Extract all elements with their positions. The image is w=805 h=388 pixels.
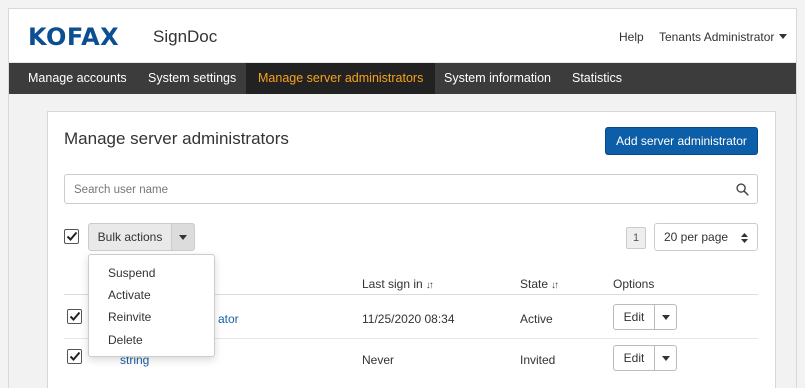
menu-item-delete[interactable]: Delete (108, 333, 143, 347)
browser-frame: KOFAX SignDoc Help Tenants Administrator… (8, 8, 797, 388)
bulk-actions-menu: Suspend Activate Reinvite Delete (88, 254, 215, 357)
nav-statistics[interactable]: Statistics (572, 63, 622, 94)
bulk-actions-button[interactable]: Bulk actions (88, 223, 172, 251)
product-name: SignDoc (153, 27, 218, 46)
column-state[interactable]: State ↓↑ (520, 277, 559, 291)
page-title: Manage server administrators (64, 129, 289, 148)
per-page-select[interactable]: 20 per page (654, 223, 758, 251)
select-arrows-icon (741, 233, 748, 243)
search-input[interactable] (74, 181, 714, 199)
chevron-down-icon (179, 235, 187, 240)
row-checkbox[interactable] (67, 309, 82, 324)
select-all-checkbox[interactable] (64, 229, 79, 244)
check-icon (69, 311, 81, 321)
edit-options-toggle[interactable] (654, 345, 677, 371)
column-last-sign-in-label: Last sign in (362, 277, 423, 291)
menu-item-reinvite[interactable]: Reinvite (108, 310, 151, 324)
last-sign-in-value: 11/25/2020 08:34 (362, 312, 455, 326)
chevron-down-icon (661, 356, 670, 361)
kofax-logo: KOFAX (28, 23, 120, 51)
per-page-value: 20 per page (664, 230, 729, 244)
nav-manage-server-administrators[interactable]: Manage server administrators (246, 63, 436, 94)
help-link[interactable]: Help (619, 30, 644, 44)
sort-icon: ↓↑ (551, 280, 559, 291)
top-bar: KOFAX SignDoc Help Tenants Administrator (9, 9, 796, 63)
caret-down-icon (779, 34, 788, 39)
search-box (64, 174, 758, 204)
page-number-button[interactable]: 1 (626, 227, 646, 249)
search-icon[interactable] (736, 183, 749, 196)
column-options: Options (613, 277, 655, 291)
main-nav: Manage accounts System settings Manage s… (9, 63, 796, 94)
chevron-down-icon (661, 315, 670, 320)
state-value: Invited (520, 353, 556, 367)
state-value: Active (520, 312, 553, 326)
edit-button[interactable]: Edit (613, 304, 655, 330)
column-state-label: State (520, 277, 549, 291)
menu-item-suspend[interactable]: Suspend (108, 266, 155, 280)
edit-options-toggle[interactable] (654, 304, 677, 330)
column-last-sign-in[interactable]: Last sign in ↓↑ (362, 277, 434, 291)
add-server-administrator-button[interactable]: Add server administrator (605, 127, 758, 155)
nav-system-settings[interactable]: System settings (148, 63, 236, 94)
user-name-link[interactable]: ator (218, 312, 239, 326)
check-icon (69, 351, 81, 361)
user-menu-label: Tenants Administrator (659, 30, 775, 44)
user-menu[interactable]: Tenants Administrator (659, 30, 788, 44)
nav-system-information[interactable]: System information (444, 63, 551, 94)
menu-item-activate[interactable]: Activate (108, 288, 151, 302)
last-sign-in-value: Never (362, 353, 395, 367)
row-checkbox[interactable] (67, 349, 82, 364)
admin-panel: Manage server administrators Add server … (47, 111, 776, 388)
bulk-actions-toggle[interactable] (171, 223, 195, 251)
check-icon (66, 231, 78, 241)
edit-button[interactable]: Edit (613, 345, 655, 371)
nav-manage-accounts[interactable]: Manage accounts (28, 63, 127, 94)
sort-icon: ↓↑ (425, 280, 434, 291)
